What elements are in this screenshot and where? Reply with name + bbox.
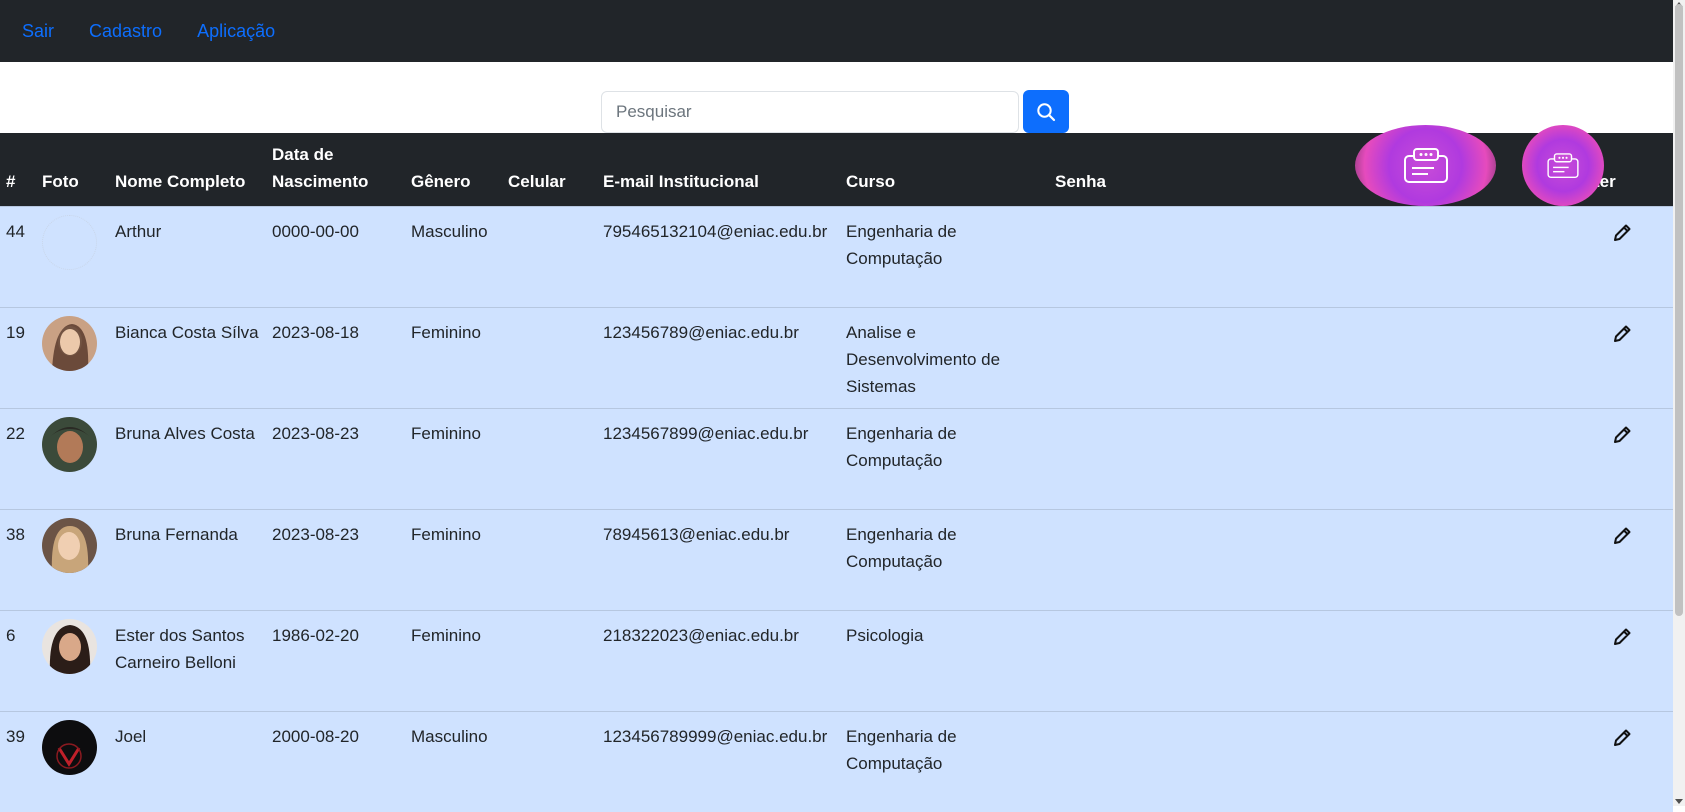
cell-birth-date: 2023-08-23 [266, 508, 405, 610]
table-row: 19 Bianca Costa Sílva 2023-08-18 Feminin… [0, 306, 1673, 408]
scroll-down-arrow-icon[interactable] [1675, 799, 1683, 804]
cell-phone [502, 407, 597, 509]
cell-phone [502, 306, 597, 408]
cell-birth-date: 2000-08-20 [266, 710, 405, 812]
chat-window-icon [1547, 152, 1579, 178]
pencil-icon[interactable] [1611, 723, 1633, 757]
search-input[interactable] [601, 90, 1019, 133]
cell-birth-date: 0000-00-00 [266, 205, 405, 307]
scrollbar-thumb[interactable] [1675, 4, 1683, 616]
cell-course: Engenharia de Computação [840, 710, 1049, 812]
cell-name: Joel [109, 710, 266, 812]
cell-birth-date: 2023-08-18 [266, 306, 405, 408]
cell-id: 44 [0, 205, 36, 307]
cell-course: Engenharia de Computação [840, 205, 1049, 307]
cell-phone [502, 609, 597, 711]
cell-password [1049, 710, 1571, 812]
pencil-icon[interactable] [1611, 622, 1633, 656]
header-email: E-mail Institucional [603, 171, 759, 191]
header-name: Nome Completo [115, 171, 246, 191]
pencil-icon[interactable] [1611, 319, 1633, 353]
header-id: # [6, 171, 16, 191]
cell-name: Ester dos Santos Carneiro Belloni [109, 609, 266, 711]
nav-link-cadastro[interactable]: Cadastro [89, 21, 162, 42]
table-row: 22 Bruna Alves Costa 2023-08-23 Feminino… [0, 407, 1673, 509]
search-button[interactable] [1023, 90, 1069, 133]
cell-id: 22 [0, 407, 36, 509]
cell-password [1049, 205, 1571, 307]
cell-id: 38 [0, 508, 36, 610]
cell-id: 19 [0, 306, 36, 408]
floating-chat-widget[interactable] [1355, 125, 1496, 206]
pencil-icon[interactable] [1611, 420, 1633, 454]
avatar [42, 416, 97, 472]
avatar [42, 315, 97, 371]
cell-name: Arthur [109, 205, 266, 307]
floating-chat-widget-small[interactable] [1522, 125, 1604, 206]
cell-phone [502, 710, 597, 812]
avatar [42, 618, 97, 674]
table-row: 44 Arthur 0000-00-00 Masculino 795465132… [0, 205, 1673, 307]
cell-course: Engenharia de Computação [840, 508, 1049, 610]
cell-email: 795465132104@eniac.edu.br [597, 205, 840, 307]
cell-email: 123456789@eniac.edu.br [597, 306, 840, 408]
cell-gender: Masculino [405, 205, 502, 307]
cell-name: Bianca Costa Sílva [109, 306, 266, 408]
search-icon [1037, 102, 1056, 121]
avatar [42, 517, 97, 573]
cell-birth-date: 1986-02-20 [266, 609, 405, 711]
cell-course: Psicologia [840, 609, 1049, 711]
cell-name: Bruna Alves Costa [109, 407, 266, 509]
cell-phone [502, 205, 597, 307]
header-birth-date: Data de Nascimento [272, 144, 369, 191]
cell-gender: Masculino [405, 710, 502, 812]
cell-birth-date: 2023-08-23 [266, 407, 405, 509]
cell-gender: Feminino [405, 407, 502, 509]
table-row: 39 Joel 2000-08-20 Masculino 12345678999… [0, 710, 1673, 812]
cell-id: 39 [0, 710, 36, 812]
chat-window-icon [1403, 147, 1448, 183]
vertical-scrollbar[interactable] [1673, 0, 1685, 806]
cell-course: Engenharia de Computação [840, 407, 1049, 509]
search-form [601, 90, 1069, 133]
students-table: # Foto Nome Completo Data de Nascimento … [0, 133, 1673, 812]
table-row: 38 Bruna Fernanda 2023-08-23 Feminino 78… [0, 508, 1673, 610]
cell-gender: Feminino [405, 306, 502, 408]
cell-email: 78945613@eniac.edu.br [597, 508, 840, 610]
table-row: 6 Ester dos Santos Carneiro Belloni 1986… [0, 609, 1673, 711]
pencil-icon[interactable] [1611, 521, 1633, 555]
pencil-icon[interactable] [1611, 218, 1633, 252]
cell-email: 1234567899@eniac.edu.br [597, 407, 840, 509]
avatar [42, 719, 97, 775]
header-photo: Foto [42, 171, 79, 191]
cell-password [1049, 306, 1571, 408]
cell-course: Analise e Desenvolvimento de Sistemas [840, 306, 1049, 408]
cell-gender: Feminino [405, 609, 502, 711]
header-gender: Gênero [411, 171, 471, 191]
header-course: Curso [846, 171, 896, 191]
cell-phone [502, 508, 597, 610]
nav-link-sair[interactable]: Sair [22, 21, 54, 42]
top-navbar: Sair Cadastro Aplicação [0, 0, 1673, 62]
nav-link-aplicacao[interactable]: Aplicação [197, 21, 275, 42]
cell-password [1049, 407, 1571, 509]
cell-password [1049, 609, 1571, 711]
avatar-broken-image [42, 214, 97, 270]
cell-email: 123456789999@eniac.edu.br [597, 710, 840, 812]
cell-gender: Feminino [405, 508, 502, 610]
header-phone: Celular [508, 171, 566, 191]
cell-email: 218322023@eniac.edu.br [597, 609, 840, 711]
cell-password [1049, 508, 1571, 610]
cell-name: Bruna Fernanda [109, 508, 266, 610]
cell-id: 6 [0, 609, 36, 711]
